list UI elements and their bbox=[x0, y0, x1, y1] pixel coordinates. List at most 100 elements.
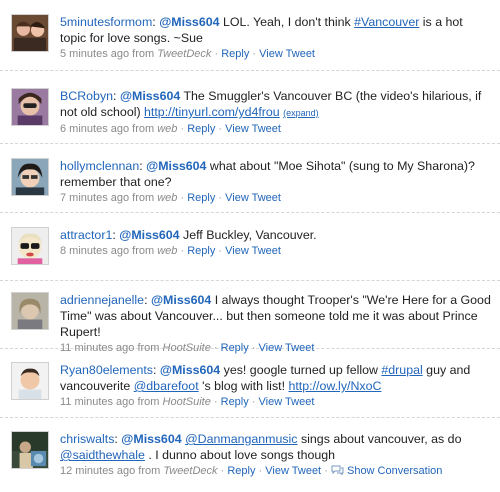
tweet-content: attractor1: @Miss604 Jeff Buckley, Vanco… bbox=[60, 227, 492, 259]
tweet-meta: 7 minutes ago from web · Reply · View Tw… bbox=[60, 191, 492, 206]
separator: · bbox=[218, 123, 223, 135]
separator: · bbox=[180, 192, 185, 204]
tweet-content: adriennejanelle: @Miss604 I always thoug… bbox=[60, 292, 492, 356]
tweet-text-part: LOL. Yeah, I don't think bbox=[219, 15, 355, 29]
tweet-item: attractor1: @Miss604 Jeff Buckley, Vanco… bbox=[0, 213, 500, 281]
tweet-content: chriswalts: @Miss604 @Danmanganmusic sin… bbox=[60, 431, 492, 479]
mention-link[interactable]: @Danmanganmusic bbox=[185, 432, 297, 446]
tweet-text-part: Jeff Buckley, Vancouver. bbox=[179, 228, 317, 242]
separator: · bbox=[213, 396, 218, 408]
tweet-item: adriennejanelle: @Miss604 I always thoug… bbox=[0, 281, 500, 354]
username-link[interactable]: 5minutesformom bbox=[60, 15, 152, 29]
source: web bbox=[157, 245, 178, 257]
reply-link[interactable]: Reply bbox=[221, 396, 249, 408]
avatar[interactable] bbox=[11, 158, 49, 196]
hashtag-link[interactable]: #Vancouver bbox=[354, 15, 419, 29]
separator: · bbox=[252, 48, 257, 60]
view-tweet-link[interactable]: View Tweet bbox=[225, 192, 281, 204]
reply-link[interactable]: Reply bbox=[221, 48, 249, 60]
tweet-item: chriswalts: @Miss604 @Danmanganmusic sin… bbox=[0, 418, 500, 492]
view-tweet-link[interactable]: View Tweet bbox=[259, 48, 315, 60]
hashtag-link[interactable]: #drupal bbox=[381, 363, 422, 377]
separator: · bbox=[214, 48, 219, 60]
separator: · bbox=[258, 465, 263, 477]
mention-link[interactable]: @Miss604 bbox=[146, 159, 206, 173]
tweet-text: chriswalts: @Miss604 @Danmanganmusic sin… bbox=[60, 431, 492, 463]
separator: · bbox=[218, 245, 223, 257]
url-link[interactable]: http://ow.ly/NxoC bbox=[288, 379, 381, 393]
show-conversation-link[interactable]: Show Conversation bbox=[347, 465, 442, 477]
tweet-item: Ryan80elements: @Miss604 yes! google tur… bbox=[0, 349, 500, 418]
mention-link[interactable]: @Miss604 bbox=[160, 363, 220, 377]
reply-link[interactable]: Reply bbox=[227, 465, 255, 477]
tweet-text: adriennejanelle: @Miss604 I always thoug… bbox=[60, 292, 492, 340]
colon: : bbox=[144, 293, 148, 307]
reply-link[interactable]: Reply bbox=[187, 123, 215, 135]
username-link[interactable]: adriennejanelle bbox=[60, 293, 144, 307]
reply-link[interactable]: Reply bbox=[187, 192, 215, 204]
timestamp: 8 minutes ago from bbox=[60, 245, 158, 257]
separator: · bbox=[180, 245, 185, 257]
tweet-text-part: . I dunno about love songs though bbox=[144, 448, 336, 462]
mention-link[interactable]: @Miss604 bbox=[151, 293, 211, 307]
tweet-content: Ryan80elements: @Miss604 yes! google tur… bbox=[60, 362, 492, 410]
username-link[interactable]: BCRobyn bbox=[60, 89, 113, 103]
username-link[interactable]: chriswalts bbox=[60, 432, 114, 446]
source: TweetDeck bbox=[163, 465, 218, 477]
view-tweet-link[interactable]: View Tweet bbox=[225, 123, 281, 135]
mention-link[interactable]: @saidthewhale bbox=[60, 448, 145, 462]
tweet-text-part: 's blog with list! bbox=[198, 379, 289, 393]
avatar[interactable] bbox=[11, 88, 49, 126]
avatar[interactable] bbox=[11, 292, 49, 330]
timestamp: 7 minutes ago from bbox=[60, 192, 158, 204]
separator: · bbox=[218, 192, 223, 204]
timestamp: 5 minutes ago from bbox=[60, 48, 158, 60]
tweet-meta: 12 minutes ago from TweetDeck · Reply · … bbox=[60, 464, 492, 479]
tweet-meta: 5 minutes ago from TweetDeck · Reply · V… bbox=[60, 47, 492, 62]
expand-link[interactable]: (expand) bbox=[283, 108, 319, 118]
mention-link[interactable]: @Miss604 bbox=[159, 15, 219, 29]
tweet-text: hollymclennan: @Miss604 what about "Moe … bbox=[60, 158, 492, 190]
tweet-content: 5minutesformom: @Miss604 LOL. Yeah, I do… bbox=[60, 14, 492, 62]
mention-link[interactable]: @dbarefoot bbox=[134, 379, 199, 393]
colon: : bbox=[114, 432, 118, 446]
username-link[interactable]: hollymclennan bbox=[60, 159, 139, 173]
tweet-meta: 11 minutes ago from HootSuite · Reply · … bbox=[60, 395, 492, 410]
colon: : bbox=[112, 228, 116, 242]
tweet-content: BCRobyn: @Miss604 The Smuggler's Vancouv… bbox=[60, 88, 492, 137]
avatar[interactable] bbox=[11, 431, 49, 469]
avatar[interactable] bbox=[11, 227, 49, 265]
reply-link[interactable]: Reply bbox=[187, 245, 215, 257]
tweet-text: 5minutesformom: @Miss604 LOL. Yeah, I do… bbox=[60, 14, 492, 46]
url-link[interactable]: http://tinyurl.com/yd4frou bbox=[144, 105, 280, 119]
view-tweet-link[interactable]: View Tweet bbox=[225, 245, 281, 257]
tweet-feed: 5minutesformom: @Miss604 LOL. Yeah, I do… bbox=[0, 0, 500, 492]
colon: : bbox=[152, 363, 157, 377]
mention-link[interactable]: @Miss604 bbox=[121, 432, 181, 446]
avatar[interactable] bbox=[11, 362, 49, 400]
username-link[interactable]: attractor1 bbox=[60, 228, 112, 242]
username-link[interactable]: Ryan80elements bbox=[60, 363, 153, 377]
separator: · bbox=[180, 123, 185, 135]
source: TweetDeck bbox=[157, 48, 212, 60]
timestamp: 6 minutes ago from bbox=[60, 123, 158, 135]
tweet-item: 5minutesformom: @Miss604 LOL. Yeah, I do… bbox=[0, 0, 500, 71]
mention-link[interactable]: @Miss604 bbox=[119, 228, 179, 242]
view-tweet-link[interactable]: View Tweet bbox=[265, 465, 321, 477]
tweet-meta: 8 minutes ago from web · Reply · View Tw… bbox=[60, 244, 492, 259]
tweet-text: attractor1: @Miss604 Jeff Buckley, Vanco… bbox=[60, 227, 492, 243]
conversation-icon[interactable] bbox=[331, 465, 344, 475]
colon: : bbox=[139, 159, 143, 173]
avatar[interactable] bbox=[11, 14, 49, 52]
tweet-text: BCRobyn: @Miss604 The Smuggler's Vancouv… bbox=[60, 88, 492, 121]
tweet-text-part: sings about vancouver, as do bbox=[297, 432, 462, 446]
view-tweet-link[interactable]: View Tweet bbox=[259, 396, 315, 408]
source: web bbox=[157, 123, 178, 135]
colon: : bbox=[113, 89, 117, 103]
source: HootSuite bbox=[162, 396, 211, 408]
mention-link[interactable]: @Miss604 bbox=[120, 89, 180, 103]
timestamp: 11 minutes ago from bbox=[60, 396, 163, 408]
tweet-meta: 6 minutes ago from web · Reply · View Tw… bbox=[60, 122, 492, 137]
source: web bbox=[157, 192, 178, 204]
separator: · bbox=[220, 465, 225, 477]
